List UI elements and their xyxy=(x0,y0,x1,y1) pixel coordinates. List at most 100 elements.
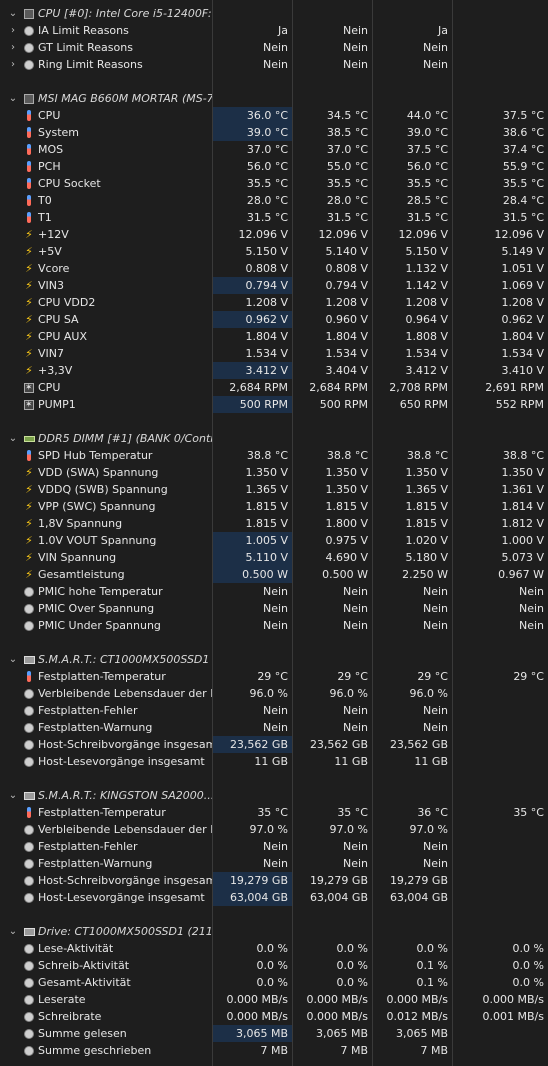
sensor-row[interactable]: PMIC hohe Temperatur Nein Nein Nein Nein xyxy=(0,583,548,600)
thermometer-icon xyxy=(22,126,36,140)
sensor-row[interactable]: Host-Lesevorgänge insgesamt 63,004 GB 63,0… xyxy=(0,889,548,906)
sensor-row[interactable]: Lese-Aktivität 0.0 % 0.0 % 0.0 % 0.0 % xyxy=(0,940,548,957)
value-minimum: 1.350 V xyxy=(325,483,368,496)
sensor-row[interactable]: ⚡ CPU SA 0.962 V 0.960 V 0.964 V 0.962 V xyxy=(0,311,548,328)
section-header[interactable]: ⌄ DDR5 DIMM [#1] (BANK 0/Contr... xyxy=(0,430,548,447)
sensor-label: Festplatten-Temperatur xyxy=(38,806,166,819)
bolt-icon: ⚡ xyxy=(25,465,33,479)
value-maximum: 19,279 GB xyxy=(389,874,448,887)
value-minimum: Nein xyxy=(342,704,368,717)
sensor-row[interactable]: ⚡ VDDQ (SWB) Spannung 1.365 V 1.350 V 1.365 … xyxy=(0,481,548,498)
sensor-row[interactable]: Festplatten-Warnung Nein Nein Nein xyxy=(0,719,548,736)
sensor-name: Verbleibende Lebensdauer der F... xyxy=(0,685,212,702)
sensor-name: ⚡ CPU SA xyxy=(0,311,212,328)
sensor-row[interactable]: ⚡ Vcore 0.808 V 0.808 V 1.132 V 1.051 V xyxy=(0,260,548,277)
sensor-row[interactable]: › Ring Limit Reasons Nein Nein Nein xyxy=(0,56,548,73)
value-current: 29 °C xyxy=(257,670,288,683)
thermometer-icon xyxy=(22,670,36,684)
value-minimum: Nein xyxy=(342,721,368,734)
section-header[interactable]: ⌄ S.M.A.R.T.: KINGSTON SA2000... xyxy=(0,787,548,804)
sensor-row[interactable]: ⚡ +12V 12.096 V 12.096 V 12.096 V 12.096 V xyxy=(0,226,548,243)
sensor-name: PMIC hohe Temperatur xyxy=(0,583,212,600)
sensor-row[interactable]: Summe geschrieben 7 MB 7 MB 7 MB xyxy=(0,1042,548,1059)
sensor-row[interactable]: Host-Schreibvorgänge insgesamt 23,562 GB 2… xyxy=(0,736,548,753)
value-minimum: 11 GB xyxy=(334,755,368,768)
value-average: 1.000 V xyxy=(501,534,544,547)
sensor-row[interactable]: ⚡ VDD (SWA) Spannung 1.350 V 1.350 V 1.350 V… xyxy=(0,464,548,481)
value-minimum: 38.5 °C xyxy=(326,126,368,139)
sensor-row[interactable]: Leserate 0.000 MB/s 0.000 MB/s 0.000 MB/s 0.… xyxy=(0,991,548,1008)
collapse-chevron-icon[interactable]: ⌄ xyxy=(8,926,18,937)
sensor-name: Host-Schreibvorgänge insgesamt xyxy=(0,872,212,889)
sensor-row[interactable]: ⚡ VIN7 1.534 V 1.534 V 1.534 V 1.534 V xyxy=(0,345,548,362)
section-header[interactable]: ⌄ MSI MAG B660M MORTAR (MS-7... xyxy=(0,90,548,107)
sensor-row[interactable]: ⚡ VIN3 0.794 V 0.794 V 1.142 V 1.069 V xyxy=(0,277,548,294)
collapse-chevron-icon[interactable]: ⌄ xyxy=(8,433,18,444)
sensor-row[interactable]: ⚡ CPU AUX 1.804 V 1.804 V 1.808 V 1.804 V xyxy=(0,328,548,345)
sensor-row[interactable]: › IA Limit Reasons Ja Nein Ja xyxy=(0,22,548,39)
sensor-row[interactable]: CPU 36.0 °C 34.5 °C 44.0 °C 37.5 °C xyxy=(0,107,548,124)
clock-icon xyxy=(22,602,36,616)
sensor-row[interactable]: SPD Hub Temperatur 38.8 °C 38.8 °C 38.8 °C 3… xyxy=(0,447,548,464)
expand-chevron-icon[interactable]: › xyxy=(8,59,18,70)
sensor-row[interactable]: ⚡ 1.0V VOUT Spannung 1.005 V 0.975 V 1.020 V… xyxy=(0,532,548,549)
sensor-row[interactable]: T1 31.5 °C 31.5 °C 31.5 °C 31.5 °C xyxy=(0,209,548,226)
value-current: 37.0 °C xyxy=(246,143,288,156)
sensor-row[interactable]: PMIC Over Spannung Nein Nein Nein Nein xyxy=(0,600,548,617)
value-maximum: 56.0 °C xyxy=(406,160,448,173)
sensor-window: { "sections": [ {"title":"CPU [#0]: Inte… xyxy=(0,0,548,1066)
sensor-row[interactable]: PMIC Under Spannung Nein Nein Nein Nein xyxy=(0,617,548,634)
fan-icon xyxy=(22,398,36,412)
section-header[interactable]: ⌄ CPU [#0]: Intel Core i5-12400F: ... xyxy=(0,5,548,22)
sensor-row[interactable]: ⚡ VPP (SWC) Spannung 1.815 V 1.815 V 1.815 V… xyxy=(0,498,548,515)
expand-chevron-icon[interactable]: › xyxy=(8,25,18,36)
sensor-row[interactable]: ⚡ VIN Spannung 5.110 V 4.690 V 5.180 V 5.073 … xyxy=(0,549,548,566)
sensor-name: Festplatten-Fehler xyxy=(0,702,212,719)
value-current: 97.0 % xyxy=(249,823,288,836)
expand-chevron-icon[interactable]: › xyxy=(8,42,18,53)
sensor-row[interactable]: ⚡ +5V 5.150 V 5.140 V 5.150 V 5.149 V xyxy=(0,243,548,260)
collapse-chevron-icon[interactable]: ⌄ xyxy=(8,8,18,19)
sensor-row[interactable]: CPU Socket 35.5 °C 35.5 °C 35.5 °C 35.5 °C xyxy=(0,175,548,192)
value-current: 19,279 GB xyxy=(212,872,292,889)
value-minimum: 0.0 % xyxy=(336,959,368,972)
sensor-row[interactable]: ⚡ Gesamtleistung 0.500 W 0.500 W 2.250 W 0.96… xyxy=(0,566,548,583)
sensor-row[interactable]: Verbleibende Lebensdauer der F... 96.0 % 9… xyxy=(0,685,548,702)
section-header[interactable]: ⌄ S.M.A.R.T.: CT1000MX500SSD1 ... xyxy=(0,651,548,668)
sensor-row[interactable]: Festplatten-Fehler Nein Nein Nein xyxy=(0,838,548,855)
sensor-row[interactable]: Summe gelesen 3,065 MB 3,065 MB 3,065 MB xyxy=(0,1025,548,1042)
sensor-row[interactable]: ⚡ CPU VDD2 1.208 V 1.208 V 1.208 V 1.208 V xyxy=(0,294,548,311)
section-header[interactable]: ⌄ Drive: CT1000MX500SSD1 (2111... xyxy=(0,923,548,940)
sensor-row[interactable]: Festplatten-Warnung Nein Nein Nein xyxy=(0,855,548,872)
sensor-row[interactable]: T0 28.0 °C 28.0 °C 28.5 °C 28.4 °C xyxy=(0,192,548,209)
sensor-row[interactable]: PUMP1 500 RPM 500 RPM 650 RPM 552 RPM xyxy=(0,396,548,413)
collapse-chevron-icon[interactable]: ⌄ xyxy=(8,93,18,104)
value-current: 0.962 V xyxy=(212,311,292,328)
collapse-chevron-icon[interactable]: ⌄ xyxy=(8,654,18,665)
collapse-chevron-icon[interactable]: ⌄ xyxy=(8,790,18,801)
sensor-row[interactable]: PCH 56.0 °C 55.0 °C 56.0 °C 55.9 °C xyxy=(0,158,548,175)
value-minimum: 19,279 GB xyxy=(309,874,368,887)
sensor-row[interactable]: Schreibrate 0.000 MB/s 0.000 MB/s 0.012 MB/… xyxy=(0,1008,548,1025)
value-minimum: 38.8 °C xyxy=(326,449,368,462)
value-current: 31.5 °C xyxy=(246,211,288,224)
sensor-row[interactable]: ⚡ 1,8V Spannung 1.815 V 1.800 V 1.815 V 1.812… xyxy=(0,515,548,532)
sensor-row[interactable]: Host-Lesevorgänge insgesamt 11 GB 11 GB 11 … xyxy=(0,753,548,770)
sensor-row[interactable]: MOS 37.0 °C 37.0 °C 37.5 °C 37.4 °C xyxy=(0,141,548,158)
value-current: Ja xyxy=(278,24,288,37)
sensor-row[interactable]: Schreib-Aktivität 0.0 % 0.0 % 0.1 % 0.0 % xyxy=(0,957,548,974)
value-minimum: 1.815 V xyxy=(325,500,368,513)
sensor-row[interactable]: CPU 2,684 RPM 2,684 RPM 2,708 RPM 2,691 RPM xyxy=(0,379,548,396)
sensor-row[interactable]: ⚡ +3,3V 3.412 V 3.404 V 3.412 V 3.410 V xyxy=(0,362,548,379)
value-average: 5.149 V xyxy=(501,245,544,258)
sensor-row[interactable]: System 39.0 °C 38.5 °C 39.0 °C 38.6 °C xyxy=(0,124,548,141)
sensor-row[interactable]: Gesamt-Aktivität 0.0 % 0.0 % 0.1 % 0.0 % xyxy=(0,974,548,991)
sensor-row[interactable]: Festplatten-Temperatur 29 °C 29 °C 29 °C 29 … xyxy=(0,668,548,685)
value-maximum: 39.0 °C xyxy=(406,126,448,139)
sensor-row[interactable]: › GT Limit Reasons Nein Nein Nein xyxy=(0,39,548,56)
sensor-row[interactable]: Festplatten-Temperatur 35 °C 35 °C 36 °C 35 … xyxy=(0,804,548,821)
sensor-row[interactable]: Festplatten-Fehler Nein Nein Nein xyxy=(0,702,548,719)
sensor-row[interactable]: Verbleibende Lebensdauer der F... 97.0 % 9… xyxy=(0,821,548,838)
value-minimum: 35 °C xyxy=(337,806,368,819)
sensor-row[interactable]: Host-Schreibvorgänge insgesamt 19,279 GB 1… xyxy=(0,872,548,889)
